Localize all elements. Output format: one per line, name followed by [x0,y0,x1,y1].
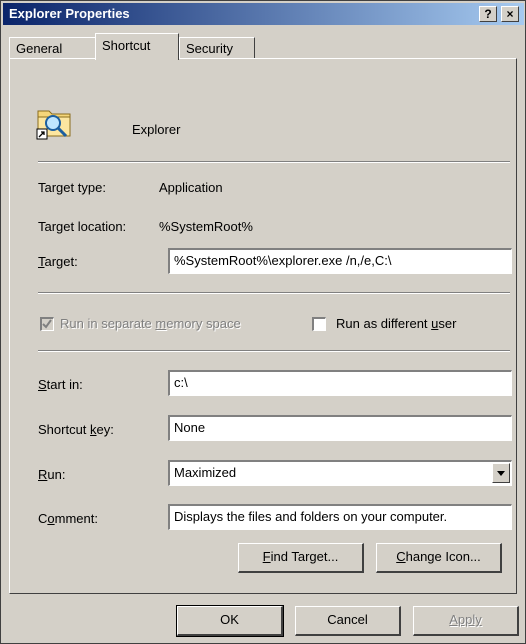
run-separate-memory-label: Run in separate memory space [60,316,241,331]
run-separate-memory-checkbox[interactable] [40,317,54,331]
start-in-label: Start in: [38,377,83,392]
checkmark-icon [42,319,52,329]
properties-dialog: Explorer Properties ? × General Shortcut… [0,0,526,644]
tab-general[interactable]: General [9,37,97,59]
cancel-button[interactable]: Cancel [295,606,401,636]
apply-button[interactable]: Apply [413,606,519,636]
target-location-value: %SystemRoot% [159,219,253,234]
target-location-label: Target location: [38,219,127,234]
start-in-input[interactable]: c:\ [168,370,512,396]
target-label: Target: [38,254,78,269]
shortcut-name: Explorer [132,122,181,137]
shortcut-key-label: Shortcut key: [38,422,114,437]
target-input[interactable]: %SystemRoot%\explorer.exe /n,/e,C:\ [168,248,512,274]
explorer-icon [36,110,71,140]
shortcut-key-input[interactable]: None [168,415,512,441]
window-title: Explorer Properties [9,6,130,21]
find-target-button[interactable]: Find Target... [238,543,364,573]
chevron-down-icon[interactable] [492,463,510,483]
run-as-different-user-label: Run as different user [336,316,457,331]
comment-label: Comment: [38,511,98,526]
close-button[interactable]: × [501,6,519,22]
run-as-different-user-checkbox[interactable] [312,317,326,331]
title-bar[interactable]: Explorer Properties ? × [3,3,524,25]
divider [38,292,510,294]
ok-button[interactable]: OK [176,605,284,637]
comment-input[interactable]: Displays the files and folders on your c… [168,504,512,530]
divider [38,350,510,352]
help-button[interactable]: ? [479,6,497,22]
run-mode-value: Maximized [174,465,237,480]
change-icon-button[interactable]: Change Icon... [376,543,502,573]
run-label: Run: [38,467,66,482]
target-type-value: Application [159,180,223,195]
shortcut-panel: Explorer Target type: Application Target… [9,58,517,594]
tab-security[interactable]: Security [179,37,255,59]
tab-shortcut[interactable]: Shortcut [95,33,179,60]
target-type-label: Target type: [38,180,106,195]
divider [38,161,510,163]
run-mode-select[interactable]: Maximized [168,460,512,486]
